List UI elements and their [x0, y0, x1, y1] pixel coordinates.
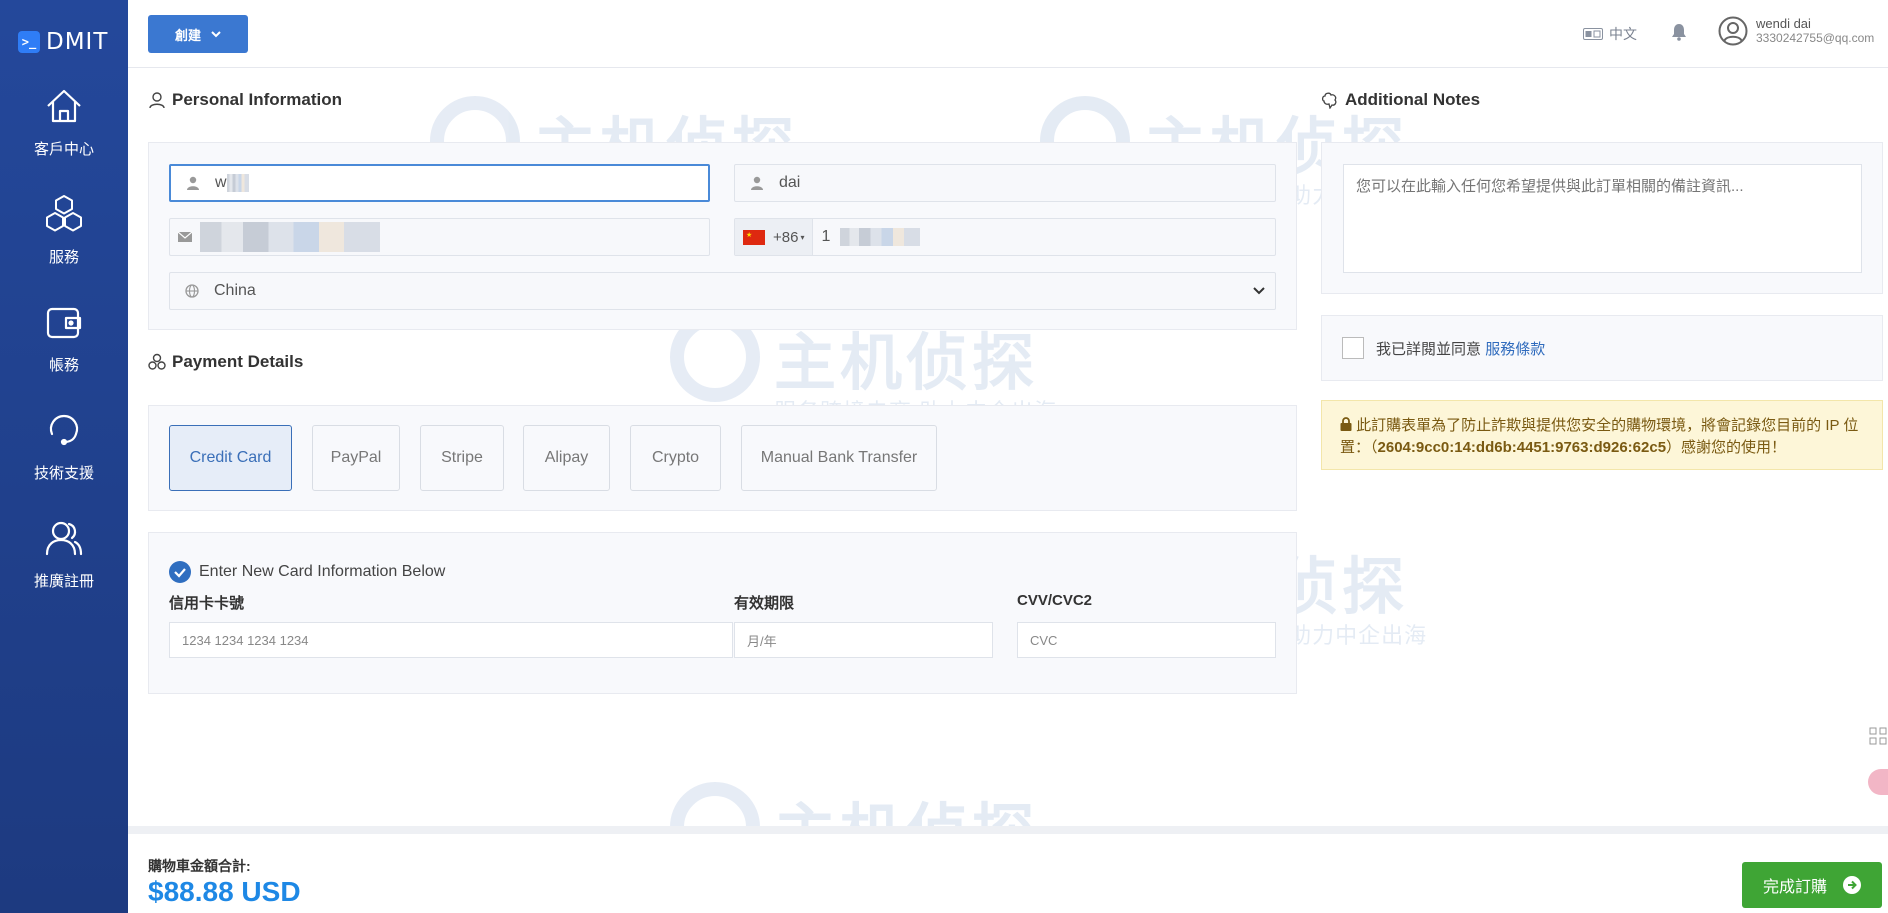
- check-circle-icon: [169, 561, 191, 583]
- last-name-value: dai: [779, 174, 801, 191]
- sidebar-item-label: 技術支援: [33, 465, 94, 482]
- payment-method-bank-transfer[interactable]: Manual Bank Transfer: [741, 425, 937, 491]
- wallet-icon: [46, 307, 82, 339]
- country-value: China: [214, 282, 256, 299]
- envelope-icon: [170, 232, 200, 242]
- first-name-field[interactable]: w: [169, 164, 710, 202]
- expiry-label: 有效期限: [734, 595, 795, 612]
- first-name-value: w: [215, 174, 227, 191]
- payment-method-credit-card[interactable]: Credit Card: [169, 425, 292, 491]
- user-icon: [149, 92, 165, 109]
- sidebar-item-billing[interactable]: 帳務: [0, 300, 128, 408]
- assistant-icon[interactable]: [1868, 769, 1888, 795]
- bell-icon: [1672, 24, 1686, 41]
- sidebar-item-services[interactable]: 服務: [0, 192, 128, 300]
- user-email: 3330242755@qq.com: [1756, 31, 1875, 45]
- lock-icon: [1340, 415, 1352, 437]
- terms-panel: 我已詳閱並同意 服務條款: [1321, 315, 1883, 381]
- users-icon: [45, 521, 83, 556]
- brand-name: DMIT: [46, 29, 109, 55]
- caret-down-icon: ▾: [800, 232, 805, 242]
- sidebar-item-support[interactable]: 技術支援: [0, 408, 128, 516]
- payment-icon: [148, 353, 166, 370]
- payment-method-stripe[interactable]: Stripe: [420, 425, 504, 491]
- payment-details-heading: Payment Details: [148, 352, 303, 372]
- user-avatar-icon: [1718, 16, 1748, 46]
- sidebar-item-affiliate[interactable]: 推廣註冊: [0, 516, 128, 624]
- additional-notes-heading: Additional Notes: [1321, 90, 1480, 110]
- language-label: 中文: [1609, 26, 1637, 42]
- section-title: Personal Information: [172, 90, 343, 109]
- sidebar-item-label: 客戶中心: [33, 141, 94, 158]
- country-code-selector[interactable]: ★ +86 ▾: [735, 219, 814, 255]
- sidebar-item-client-center[interactable]: 客戶中心: [0, 84, 128, 192]
- phone-prefix: 1: [821, 228, 831, 245]
- user-info: wendi dai 3330242755@qq.com: [1756, 16, 1874, 46]
- card-details-panel: [148, 532, 1297, 694]
- sidebar: >_ DMIT 客戶中心 服務 帳務 技術支援 推廣註冊: [0, 0, 128, 913]
- notes-textarea[interactable]: [1343, 164, 1862, 273]
- complete-order-label: 完成訂購: [1762, 879, 1827, 896]
- user-name: wendi dai: [1756, 16, 1811, 31]
- chevron-down-icon: [211, 31, 221, 38]
- side-tools: [1868, 726, 1888, 795]
- ip-notice-text-end: ）感謝您的使用！: [1666, 439, 1787, 456]
- user-icon: [735, 176, 779, 190]
- create-button[interactable]: 創建: [148, 15, 248, 53]
- notification-bell[interactable]: [1671, 23, 1687, 46]
- cvv-label: CVV/CVC2: [1017, 592, 1093, 609]
- chevron-down-icon: [1253, 287, 1265, 295]
- china-flag-icon: ★: [743, 229, 765, 245]
- home-icon: [47, 89, 81, 123]
- payment-method-alipay[interactable]: Alipay: [523, 425, 610, 491]
- phone-field[interactable]: ★ +86 ▾ 1: [734, 218, 1276, 256]
- terms-checkbox[interactable]: [1342, 337, 1364, 359]
- cubes-icon: [46, 195, 82, 232]
- sidebar-item-label: 推廣註冊: [33, 573, 94, 590]
- support-icon: [49, 414, 79, 446]
- arrow-circle-right-icon: [1843, 876, 1861, 894]
- user-menu[interactable]: wendi dai 3330242755@qq.com: [1718, 16, 1874, 46]
- card-number-input[interactable]: 1234 1234 1234 1234: [169, 622, 733, 658]
- ip-address: 2604:9cc0:14:dd6b:4451:9763:d926:62c5: [1377, 439, 1667, 456]
- top-bar: 創建 中文 wendi dai 3330242755@qq.com: [128, 0, 1888, 68]
- user-icon: [171, 176, 215, 190]
- new-card-label: Enter New Card Information Below: [199, 563, 446, 580]
- complete-order-button[interactable]: 完成訂購: [1742, 862, 1882, 908]
- sidebar-item-label: 帳務: [48, 357, 79, 374]
- email-field[interactable]: [169, 218, 710, 256]
- expiry-input[interactable]: 月/年: [734, 622, 993, 658]
- notes-icon: [1321, 92, 1337, 109]
- cart-total: $88.88 USD: [148, 876, 301, 907]
- translate-icon: [1583, 28, 1603, 40]
- terms-link[interactable]: 服務條款: [1485, 341, 1545, 358]
- create-button-label: 創建: [174, 27, 201, 43]
- payment-method-paypal[interactable]: PayPal: [312, 425, 400, 491]
- ip-notice: 此訂購表單為了防止詐欺與提供您安全的購物環境，將會記錄您目前的 IP 位置：（2…: [1321, 400, 1883, 470]
- sidebar-item-label: 服務: [48, 249, 79, 266]
- redacted-text: [226, 174, 249, 192]
- cart-total-label: 購物車金額合計:: [148, 858, 251, 874]
- redacted-text: [840, 228, 921, 246]
- last-name-field[interactable]: dai: [734, 164, 1276, 202]
- section-title: Additional Notes: [1345, 90, 1481, 109]
- language-switcher[interactable]: 中文: [1583, 24, 1637, 44]
- grid-icon[interactable]: [1868, 726, 1888, 746]
- personal-info-heading: Personal Information: [148, 90, 342, 110]
- globe-icon: [170, 284, 214, 298]
- terms-text: 我已詳閱並同意: [1376, 340, 1482, 358]
- phone-code: +86: [773, 228, 799, 246]
- redacted-text: [200, 222, 380, 252]
- new-card-option[interactable]: Enter New Card Information Below: [169, 561, 445, 583]
- cvv-input[interactable]: CVC: [1017, 622, 1276, 658]
- card-number-label: 信用卡卡號: [169, 595, 245, 612]
- brand-logo[interactable]: >_ DMIT: [0, 0, 128, 84]
- section-title: Payment Details: [172, 352, 304, 371]
- terminal-icon: >_: [18, 31, 40, 53]
- payment-method-crypto[interactable]: Crypto: [630, 425, 721, 491]
- checkout-bar: 購物車金額合計: $88.88 USD 完成訂購: [128, 826, 1888, 913]
- country-select[interactable]: China: [169, 272, 1276, 310]
